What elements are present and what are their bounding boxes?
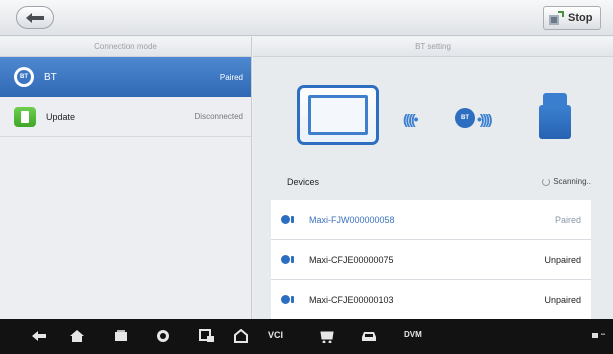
back-icon[interactable] — [30, 328, 48, 344]
vci-nav-button[interactable]: VCI — [268, 330, 283, 340]
top-toolbar: Stop — [0, 0, 613, 36]
recent-apps-icon[interactable] — [112, 328, 130, 344]
connection-mode-panel: Connection mode BT BT Paired Update Disc… — [0, 37, 252, 319]
scanning-indicator: Scanning.. — [542, 177, 591, 186]
bt-setting-header: BT setting — [253, 37, 613, 57]
tablet-icon — [297, 85, 379, 145]
connection-name: BT — [44, 71, 57, 83]
vci-device-icon — [281, 295, 295, 305]
bottom-nav-bar: VCI DVM ▪▪ — [0, 319, 613, 354]
app-window: Stop Connection mode BT BT Paired Update… — [0, 0, 613, 354]
device-row[interactable]: Maxi-CFJE00000075 Unpaired — [271, 240, 591, 280]
stop-button[interactable]: Stop — [543, 6, 601, 30]
home-icon[interactable] — [68, 328, 86, 344]
connection-item-update[interactable]: Update Disconnected — [0, 97, 251, 137]
vci-icon — [539, 93, 571, 139]
devices-label: Devices — [287, 177, 320, 187]
dvm-nav-button[interactable]: DVM — [404, 330, 422, 339]
connection-mode-header: Connection mode — [0, 37, 251, 57]
stop-label: Stop — [568, 12, 593, 24]
screenshot-icon[interactable] — [198, 328, 216, 344]
bt-setting-panel: BT setting ((((• BT •)))) Devices Scanni… — [253, 37, 613, 319]
back-button[interactable] — [16, 6, 54, 29]
battery-icon — [591, 332, 598, 338]
signal-waves-icon: ((((• — [403, 111, 419, 127]
connection-status: Disconnected — [194, 112, 243, 121]
system-tray: ▪▪ — [591, 332, 605, 338]
vci-device-icon — [281, 255, 295, 265]
browser-icon[interactable] — [154, 328, 172, 344]
shop-icon[interactable] — [318, 328, 336, 344]
signal-waves-icon: •)))) — [477, 111, 493, 127]
spinner-icon — [542, 177, 551, 186]
connection-item-bt[interactable]: BT BT Paired — [0, 57, 251, 97]
device-name: Maxi-CFJE00000103 — [309, 294, 394, 305]
device-status: Unpaired — [544, 294, 581, 305]
clock-icon: ▪▪ — [600, 332, 605, 338]
connection-name: Update — [46, 111, 76, 122]
device-status: Unpaired — [544, 254, 581, 265]
device-row[interactable]: Maxi-CFJE00000103 Unpaired — [271, 280, 591, 319]
back-arrow-icon — [26, 12, 44, 23]
maxisys-home-icon[interactable] — [232, 328, 250, 344]
bluetooth-icon: BT — [14, 67, 34, 87]
vci-device-icon — [281, 215, 295, 225]
update-icon — [14, 106, 36, 127]
device-name: Maxi-CFJE00000075 — [309, 254, 394, 265]
connection-status: Paired — [219, 72, 243, 82]
bluetooth-icon: BT — [455, 108, 475, 128]
device-list: Maxi-FJW000000058 Paired Maxi-CFJE000000… — [271, 200, 591, 319]
stop-icon — [549, 11, 564, 25]
car-icon[interactable] — [360, 328, 378, 344]
connection-illustration: ((((• BT •)))) — [253, 57, 613, 172]
device-status: Paired — [554, 214, 581, 225]
scanning-label: Scanning.. — [553, 177, 591, 186]
device-name: Maxi-FJW000000058 — [309, 214, 395, 225]
device-row[interactable]: Maxi-FJW000000058 Paired — [271, 200, 591, 240]
